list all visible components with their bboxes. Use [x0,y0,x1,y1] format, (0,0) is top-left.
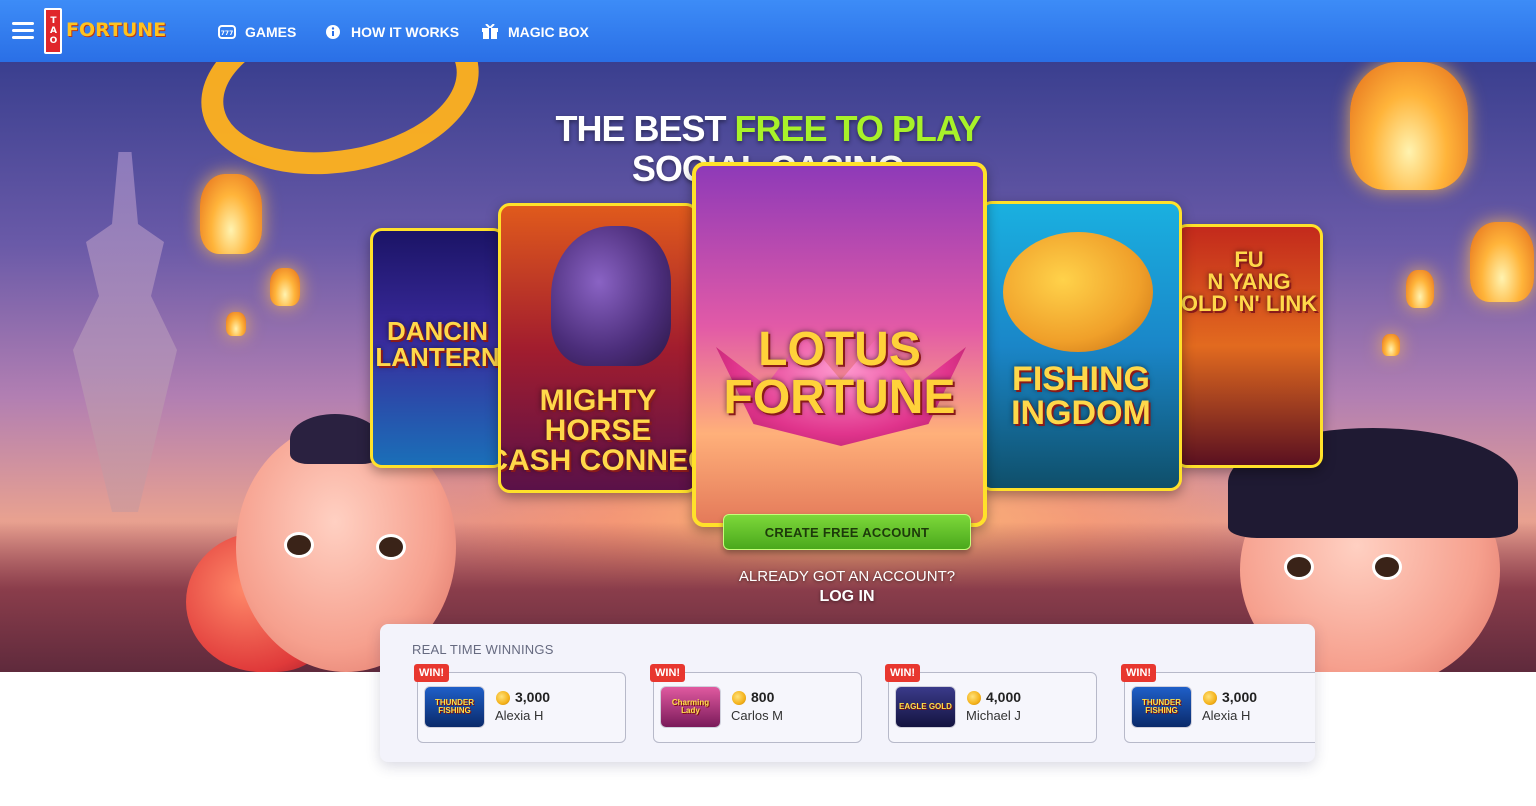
pufferfish-artwork [1003,232,1153,352]
nav-how-it-works-label: HOW IT WORKS [351,24,460,40]
logo-tag: TAO [44,8,62,54]
eye-icon [376,534,406,560]
logo-word: FORTUNE [66,19,167,41]
win-badge: WIN! [414,664,450,682]
horse-artwork [551,226,671,366]
game-card-mighty-horse[interactable]: MIGHTY HORSE CASH CONNEC [498,203,698,493]
thumbnail-title: EAGLE GOLD [899,702,952,711]
game-card-title: DANCIN LANTERN [375,316,500,372]
win-amount: 3,000 [515,689,551,705]
slot-machine-icon: 777 [217,24,237,40]
coin-icon [967,691,981,705]
win-card[interactable]: WIN! EAGLE GOLD 4,000 Michael J [885,664,1097,743]
win-amount: 4,000 [986,689,1022,705]
hero-headline-green: FREE TO PLAY [734,108,981,149]
eye-icon [284,532,314,558]
game-card-fu-yang[interactable]: FU N YANG OLD 'N' LINK [1175,224,1323,468]
site-logo[interactable]: TAO FORTUNE [44,8,166,54]
nav-how-it-works[interactable]: HOW IT WORKS [323,22,459,42]
thumbnail-title: THUNDER FISHING [434,698,475,715]
game-card-title: MIGHTY HORSE CASH CONNEC [501,384,698,477]
hero-banner: THE BEST FREE TO PLAY SOCIAL CASINO DANC… [0,62,1536,672]
login-link[interactable]: LOG IN [0,588,1536,606]
hero-headline-white: THE BEST [555,108,735,149]
lantern-icon [270,268,300,306]
svg-text:777: 777 [221,30,234,37]
nav-games[interactable]: 777 GAMES [217,22,296,42]
lantern-icon [1382,334,1400,356]
player-name: Alexia H [1202,708,1251,723]
game-card-dancing-lanterns[interactable]: DANCIN LANTERN [370,228,505,468]
real-time-winnings-panel: REAL TIME WINNINGS WIN! THUNDER FISHING … [380,624,1315,762]
floating-pagoda-decoration [73,152,177,512]
game-thumbnail: EAGLE GOLD [895,686,956,728]
hamburger-menu-icon[interactable] [12,22,34,40]
thumbnail-title: Charming Lady [671,698,710,715]
top-navbar: TAO FORTUNE 777 GAMES HOW IT WORKS MAGIC… [0,0,1536,62]
player-name: Alexia H [495,708,544,723]
coin-icon [496,691,510,705]
already-account-text: ALREADY GOT AN ACCOUNT? [738,568,956,585]
create-account-button[interactable]: CREATE FREE ACCOUNT [723,514,971,550]
game-thumbnail: THUNDER FISHING [1131,686,1192,728]
game-card-lotus-fortune[interactable]: LOTUS FORTUNE [692,162,987,527]
lantern-icon [1470,222,1534,302]
win-card[interactable]: WIN! THUNDER FISHING 3,000 Alexia H [414,664,626,743]
lantern-icon [1406,270,1434,308]
nav-games-label: GAMES [245,24,297,40]
lantern-icon [226,312,246,336]
nav-magic-box-label: MAGIC BOX [508,24,589,40]
game-card-fishing-kingdom[interactable]: FISHING INGDOM [980,201,1182,491]
player-name: Carlos M [731,708,784,723]
boy-hair-decoration [290,414,380,464]
game-thumbnail: THUNDER FISHING [424,686,485,728]
coin-icon [732,691,746,705]
win-card[interactable]: WIN! THUNDER FISHING 3,000 Alexia H [1121,664,1315,743]
game-card-title: FISHING INGDOM [1011,360,1151,432]
thumbnail-title: THUNDER FISHING [1141,698,1182,715]
player-name: Michael J [966,708,1021,723]
game-card-title: LOTUS FORTUNE [723,323,956,424]
win-badge: WIN! [885,664,921,682]
hero-headline: THE BEST FREE TO PLAY [0,108,1536,150]
win-amount: 800 [751,689,775,705]
win-card[interactable]: WIN! Charming Lady 800 Carlos M [650,664,862,743]
coin-icon [1203,691,1217,705]
win-badge: WIN! [650,664,686,682]
win-badge: WIN! [1121,664,1157,682]
game-card-title: FU N YANG OLD 'N' LINK [1180,247,1318,316]
nav-magic-box[interactable]: MAGIC BOX [480,22,589,42]
game-thumbnail: Charming Lady [660,686,721,728]
magic-box-icon [480,24,500,40]
win-amount: 3,000 [1222,689,1258,705]
winnings-title: REAL TIME WINNINGS [412,642,554,657]
info-icon [323,24,343,40]
